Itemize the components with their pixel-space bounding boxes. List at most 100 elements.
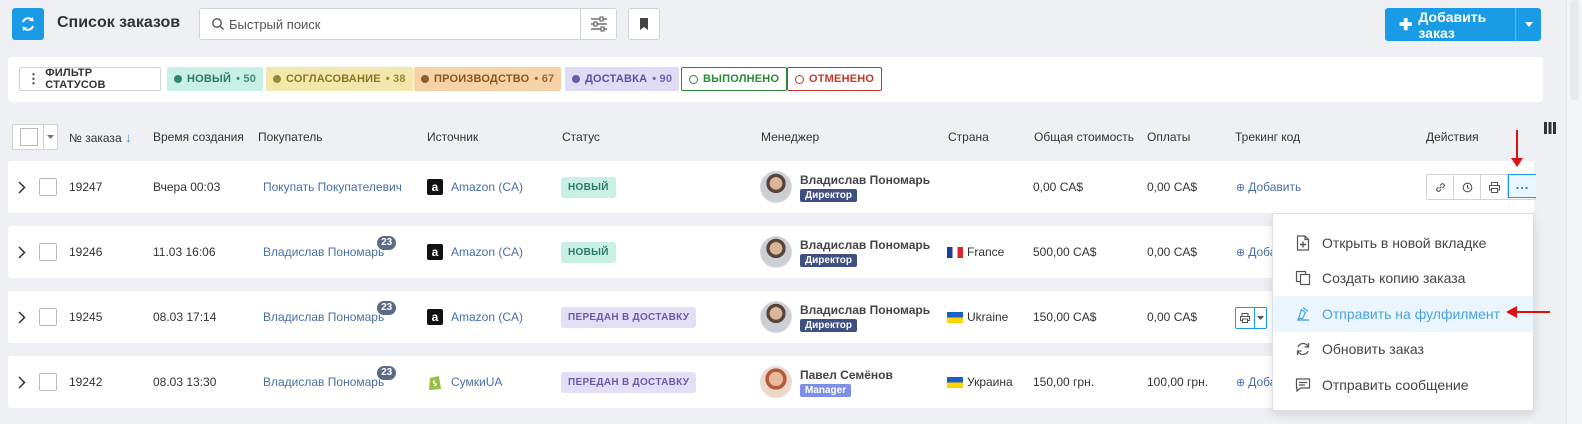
row-checkbox[interactable] [39, 178, 57, 196]
row-checkbox[interactable] [39, 243, 57, 261]
more-actions-button[interactable]: ... [1508, 174, 1536, 198]
expand-row-button[interactable] [18, 161, 26, 213]
caret-down-icon [1257, 316, 1264, 320]
print-button[interactable] [1481, 175, 1508, 199]
menu-item-refresh[interactable]: Обновить заказ [1273, 332, 1533, 368]
history-button[interactable] [1454, 175, 1481, 199]
page-scrollbar[interactable] [1566, 0, 1582, 424]
refresh-button[interactable] [12, 8, 44, 40]
status-filter-button[interactable]: ⋮ ФИЛЬТР СТАТУСОВ [19, 67, 161, 91]
column-order-no[interactable]: № заказа ↓ [69, 130, 131, 145]
sort-desc-icon: ↓ [124, 130, 132, 145]
column-payments[interactable]: Оплаты [1147, 130, 1190, 144]
order-number: 19242 [69, 375, 103, 389]
caret-down-icon [47, 135, 54, 139]
bookmark-icon [640, 18, 648, 30]
link-icon [1435, 182, 1445, 192]
caret-down-icon [1524, 22, 1533, 27]
status-chip[interactable]: СОГЛАСОВАНИЕ • 38 [266, 67, 413, 91]
tracking-actions[interactable] [1235, 307, 1267, 329]
buyer-link[interactable]: Владислав Пономарь 23 [263, 356, 397, 408]
checkbox[interactable] [20, 128, 38, 146]
status-chip-label: ПРОИЗВОДСТВО [434, 73, 530, 85]
manager-name: Владислав Пономарь [800, 237, 931, 252]
source[interactable]: СумкиUA [427, 356, 502, 408]
menu-item-open-new-tab[interactable]: Открыть в новой вкладке [1273, 225, 1533, 261]
manager-name: Владислав Пономарь [800, 172, 931, 187]
status-cell[interactable]: ПЕРЕДАН В ДОСТАВКУ [561, 291, 697, 343]
bookmark-button[interactable] [628, 8, 660, 40]
column-tracking[interactable]: Трекинг код [1235, 130, 1300, 144]
manager-name: Павел Семёнов [800, 367, 893, 382]
fulfillment-icon [1295, 306, 1311, 322]
status-chip-count: • 90 [652, 73, 673, 85]
print-label-button[interactable] [1236, 308, 1254, 328]
payments: 100,00 грн. [1147, 375, 1209, 389]
order-number: 19247 [69, 180, 103, 194]
column-created[interactable]: Время создания [153, 130, 244, 144]
status-dot-icon [572, 75, 580, 83]
status-chip-label: ОТМЕНЕНО [809, 73, 875, 85]
select-all-checkbox[interactable] [12, 124, 58, 150]
annotation-arrow-down [1511, 130, 1523, 167]
status-cell[interactable]: НОВЫЙ [561, 226, 616, 278]
column-settings-button[interactable] [1537, 115, 1563, 141]
amazon-icon: a [427, 309, 443, 325]
add-order-dropdown[interactable] [1515, 8, 1541, 41]
refresh-icon [1295, 341, 1311, 357]
buyer-link[interactable]: Владислав Пономарь 23 [263, 226, 397, 278]
status-dot-icon [174, 75, 182, 83]
status-chip[interactable]: ВЫПОЛНЕНО [681, 67, 788, 91]
expand-row-button[interactable] [18, 291, 26, 343]
menu-item-fulfillment[interactable]: Отправить на фулфилмент [1273, 296, 1533, 332]
status-dot-icon [421, 75, 429, 83]
column-status[interactable]: Статус [562, 130, 600, 144]
buyer-link[interactable]: Покупать Покупателевич [263, 161, 402, 213]
tracking-dropdown[interactable] [1254, 308, 1266, 328]
copy-icon [1295, 270, 1311, 286]
refresh-icon [22, 17, 34, 31]
add-order-button[interactable]: ✚ Добавить заказ [1385, 8, 1541, 41]
menu-item-message[interactable]: Отправить сообщение [1273, 367, 1533, 403]
status-chip-label: НОВЫЙ [187, 73, 232, 85]
column-country[interactable]: Страна [948, 130, 989, 144]
search-input[interactable] [225, 9, 580, 39]
search-settings-button[interactable] [580, 9, 616, 39]
status-cell[interactable]: ПЕРЕДАН В ДОСТАВКУ [561, 356, 697, 408]
print-icon [1488, 181, 1500, 193]
status-chip[interactable]: ПРОИЗВОДСТВО • 67 [414, 67, 562, 91]
source[interactable]: a Amazon (CA) [427, 161, 523, 213]
status-dot-icon [273, 75, 281, 83]
status-chip[interactable]: НОВЫЙ • 50 [167, 67, 264, 91]
status-cell[interactable]: НОВЫЙ [561, 161, 616, 213]
row-checkbox[interactable] [39, 308, 57, 326]
column-total[interactable]: Общая стоимость [1034, 130, 1134, 144]
expand-row-button[interactable] [18, 356, 26, 408]
quick-search [199, 8, 617, 40]
menu-item-label: Создать копию заказа [1322, 270, 1466, 287]
buyer-link[interactable]: Владислав Пономарь 23 [263, 291, 397, 343]
order-number: 19245 [69, 310, 103, 324]
table-row[interactable]: 19247 Вчера 00:03 Покупать Покупателевич… [8, 161, 1536, 213]
status-dot-icon [689, 74, 698, 84]
status-badge: ПЕРЕДАН В ДОСТАВКУ [561, 371, 697, 393]
menu-item-label: Отправить сообщение [1322, 376, 1469, 393]
status-chip[interactable]: ОТМЕНЕНО [787, 67, 883, 91]
open-new-tab-icon [1295, 235, 1311, 251]
column-manager[interactable]: Менеджер [761, 130, 819, 144]
source[interactable]: a Amazon (CA) [427, 226, 523, 278]
expand-row-button[interactable] [18, 226, 26, 278]
payments: 0,00 CA$ [1147, 245, 1198, 259]
row-checkbox[interactable] [39, 373, 57, 391]
add-tracking-link[interactable]: ⊕ Доба [1236, 356, 1276, 408]
source[interactable]: a Amazon (CA) [427, 291, 523, 343]
select-dropdown[interactable] [43, 125, 57, 149]
status-chip[interactable]: ДОСТАВКА • 90 [565, 67, 680, 91]
add-tracking-link[interactable]: ⊕ Доба [1236, 226, 1276, 278]
copy-link-button[interactable] [1427, 175, 1454, 199]
menu-item-copy[interactable]: Создать копию заказа [1273, 261, 1533, 297]
column-source[interactable]: Источник [427, 130, 478, 144]
order-number: 19246 [69, 245, 103, 259]
column-buyer[interactable]: Покупатель [258, 130, 322, 144]
add-tracking-link[interactable]: ⊕ Добавить [1236, 161, 1301, 213]
